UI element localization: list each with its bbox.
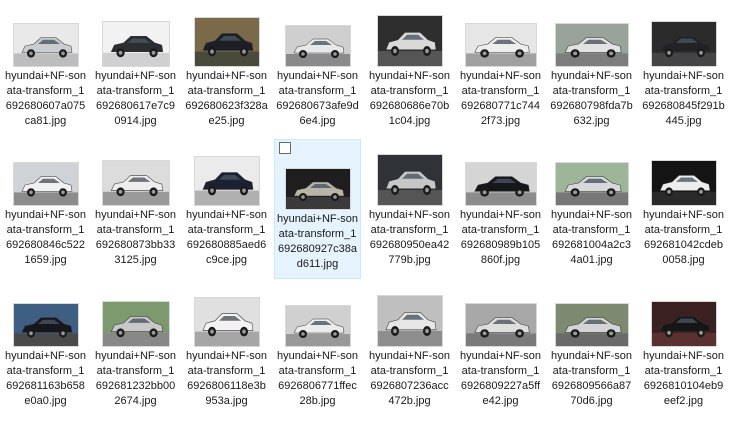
file-name-label: hyundai+NF-sonata-transform_1692681163b6…	[4, 350, 87, 407]
car-thumbnail	[285, 26, 350, 66]
file-item[interactable]: hyundai+NF-sonata-transform_1692681163b6…	[2, 289, 89, 427]
file-item[interactable]: hyundai+NF-sonata-transform_16926810104e…	[640, 289, 727, 427]
file-item[interactable]: hyundai+NF-sonata-transform_1692680950ea…	[366, 148, 453, 286]
car-thumbnail	[465, 24, 536, 66]
file-item[interactable]: hyundai+NF-sonata-transform_1692680607a0…	[2, 9, 89, 147]
file-item[interactable]: hyundai+NF-sonata-transform_16926806118e…	[183, 289, 270, 427]
file-name-label: hyundai+NF-sonata-transform_1692680845f2…	[642, 70, 725, 127]
file-name-label: hyundai+NF-sonata-transform_16926809566a…	[550, 350, 633, 407]
car-thumbnail	[555, 163, 628, 205]
car-thumbnail	[377, 296, 442, 346]
car-thumbnail	[651, 161, 716, 205]
file-name-label: hyundai+NF-sonata-transform_16926806118e…	[185, 350, 268, 407]
car-thumbnail	[102, 161, 169, 205]
file-name-label: hyundai+NF-sonata-transform_1692680686e7…	[368, 70, 451, 127]
file-item[interactable]: hyundai+NF-sonata-transform_1692680623f3…	[183, 9, 270, 147]
file-item[interactable]: hyundai+NF-sonata-transform_1692681232bb…	[92, 289, 179, 427]
file-name-label: hyundai+NF-sonata-transform_1692680771c7…	[459, 70, 542, 127]
file-item[interactable]: hyundai+NF-sonata-transform_1692680927c3…	[274, 139, 361, 279]
file-item[interactable]: hyundai+NF-sonata-transform_1692680845f2…	[640, 9, 727, 147]
car-thumbnail	[377, 16, 442, 66]
file-item[interactable]: hyundai+NF-sonata-transform_16926809566a…	[548, 289, 635, 427]
file-name-label: hyundai+NF-sonata-transform_16926807236a…	[368, 350, 451, 407]
file-item[interactable]: hyundai+NF-sonata-transform_1692680798fd…	[548, 9, 635, 147]
file-name-label: hyundai+NF-sonata-transform_1692680623f3…	[185, 70, 268, 127]
car-thumbnail	[651, 22, 716, 66]
file-item[interactable]: hyundai+NF-sonata-transform_1692680617e7…	[92, 9, 179, 147]
car-thumbnail	[13, 304, 78, 346]
file-name-label: hyundai+NF-sonata-transform_1692680798fd…	[550, 70, 633, 127]
file-item[interactable]: hyundai+NF-sonata-transform_1692681004a2…	[548, 148, 635, 286]
file-item[interactable]: hyundai+NF-sonata-transform_1692680673af…	[274, 9, 361, 147]
file-item[interactable]: hyundai+NF-sonata-transform_1692680873bb…	[92, 148, 179, 286]
car-thumbnail	[13, 163, 78, 205]
file-name-label: hyundai+NF-sonata-transform_1692681004a2…	[550, 209, 633, 266]
car-thumbnail	[102, 22, 169, 66]
car-thumbnail	[194, 298, 259, 346]
car-thumbnail	[194, 18, 259, 66]
file-name-label: hyundai+NF-sonata-transform_1692680885ae…	[185, 209, 268, 266]
file-item[interactable]: hyundai+NF-sonata-transform_1692680846c5…	[2, 148, 89, 286]
file-name-label: hyundai+NF-sonata-transform_16926806771f…	[276, 350, 359, 407]
file-item[interactable]: hyundai+NF-sonata-transform_16926806771f…	[274, 289, 361, 427]
car-thumbnail	[377, 155, 442, 205]
file-item[interactable]: hyundai+NF-sonata-transform_16926807236a…	[366, 289, 453, 427]
car-thumbnail	[465, 304, 536, 346]
file-name-label: hyundai+NF-sonata-transform_1692680873bb…	[94, 209, 177, 266]
select-checkbox[interactable]	[279, 142, 291, 154]
file-name-label: hyundai+NF-sonata-transform_1692680989b1…	[459, 209, 542, 266]
file-name-label: hyundai+NF-sonata-transform_16926809227a…	[459, 350, 542, 407]
file-item[interactable]: hyundai+NF-sonata-transform_1692680771c7…	[457, 9, 544, 147]
file-name-label: hyundai+NF-sonata-transform_1692680927c3…	[276, 213, 359, 270]
car-thumbnail	[13, 24, 78, 66]
file-name-label: hyundai+NF-sonata-transform_1692680673af…	[276, 70, 359, 127]
file-name-label: hyundai+NF-sonata-transform_1692681042cd…	[642, 209, 725, 266]
car-thumbnail	[102, 302, 169, 346]
file-name-label: hyundai+NF-sonata-transform_1692681232bb…	[94, 350, 177, 407]
car-thumbnail	[555, 24, 628, 66]
car-thumbnail	[285, 169, 350, 209]
file-name-label: hyundai+NF-sonata-transform_1692680950ea…	[368, 209, 451, 266]
car-thumbnail	[194, 157, 259, 205]
car-thumbnail	[555, 304, 628, 346]
car-thumbnail	[285, 306, 350, 346]
file-item[interactable]: hyundai+NF-sonata-transform_16926809227a…	[457, 289, 544, 427]
file-item[interactable]: hyundai+NF-sonata-transform_1692680885ae…	[183, 148, 270, 286]
car-thumbnail	[465, 163, 536, 205]
file-name-label: hyundai+NF-sonata-transform_1692680607a0…	[4, 70, 87, 127]
file-grid: hyundai+NF-sonata-transform_1692680607a0…	[0, 0, 734, 411]
file-name-label: hyundai+NF-sonata-transform_1692680846c5…	[4, 209, 87, 266]
file-item[interactable]: hyundai+NF-sonata-transform_1692680686e7…	[366, 9, 453, 147]
car-thumbnail	[651, 302, 716, 346]
file-item[interactable]: hyundai+NF-sonata-transform_1692681042cd…	[640, 148, 727, 286]
file-name-label: hyundai+NF-sonata-transform_1692680617e7…	[94, 70, 177, 127]
file-name-label: hyundai+NF-sonata-transform_16926810104e…	[642, 350, 725, 407]
file-item[interactable]: hyundai+NF-sonata-transform_1692680989b1…	[457, 148, 544, 286]
